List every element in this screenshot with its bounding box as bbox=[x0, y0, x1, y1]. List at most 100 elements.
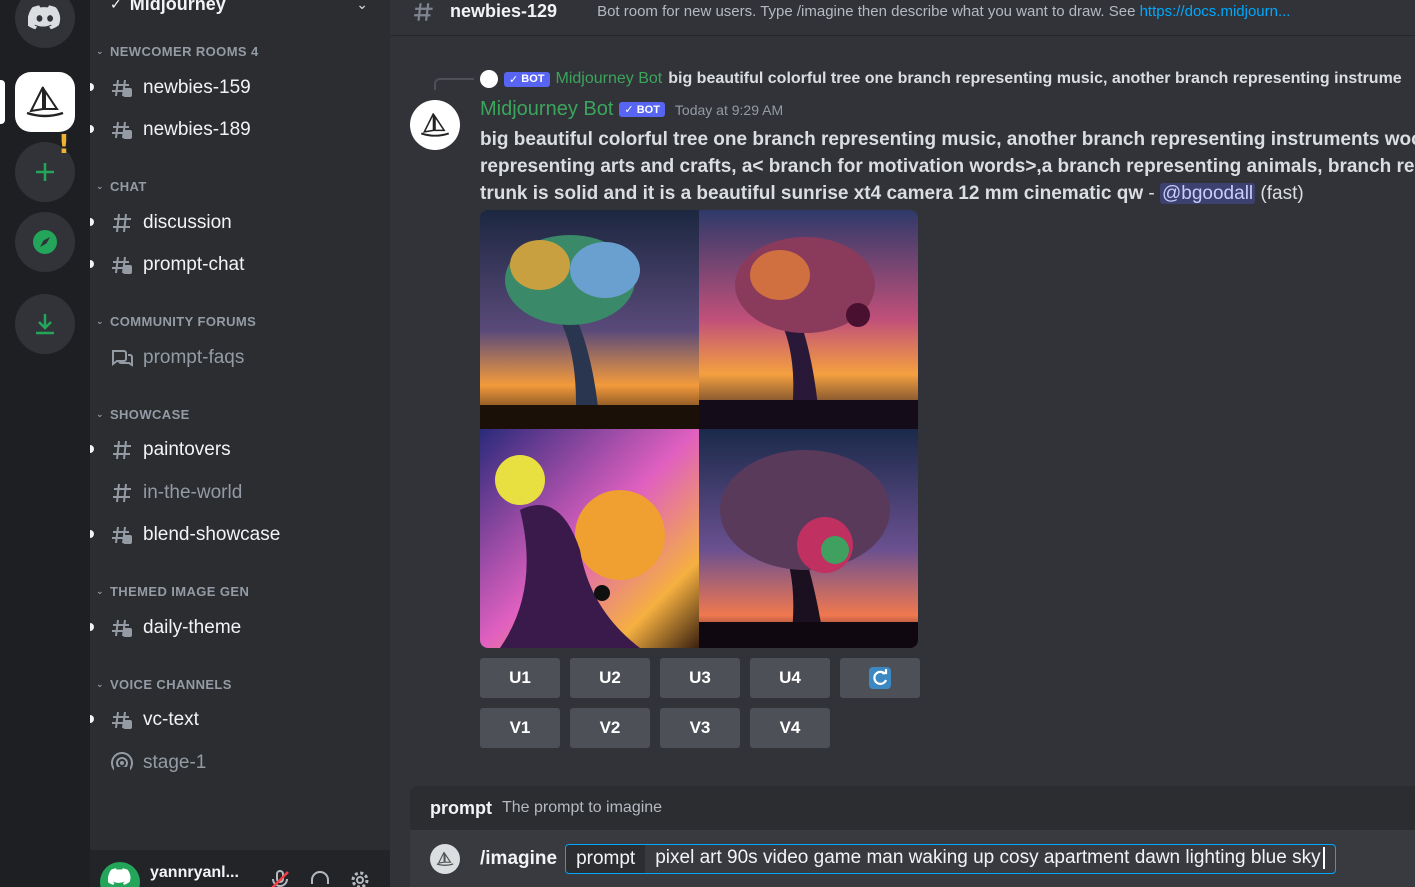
channel-paintovers[interactable]: paintovers bbox=[90, 433, 382, 467]
thread-hash-icon bbox=[110, 253, 134, 277]
category-themed-image-gen[interactable]: ⌄ THEMED IMAGE GEN bbox=[96, 584, 249, 599]
active-server-indicator bbox=[0, 80, 5, 124]
category-showcase[interactable]: ⌄ SHOWCASE bbox=[96, 407, 190, 422]
forum-icon bbox=[110, 346, 134, 370]
chevron-down-icon: ⌄ bbox=[96, 46, 104, 56]
text-cursor bbox=[1322, 847, 1325, 870]
headphones-icon[interactable] bbox=[308, 868, 332, 887]
message-author[interactable]: Midjourney Bot bbox=[480, 98, 613, 121]
prompt-input[interactable]: pixel art 90s video game man waking up c… bbox=[645, 847, 1334, 870]
channel-in-the-world[interactable]: in-the-world bbox=[98, 476, 382, 510]
command-option-hint: prompt The prompt to imagine bbox=[410, 786, 1415, 830]
bot-badge: ✓ BOT bbox=[619, 102, 665, 117]
avatar[interactable] bbox=[410, 100, 460, 150]
message-line: big beautiful colorful tree one branch r… bbox=[480, 129, 1415, 150]
warning-icon: ! bbox=[58, 130, 70, 160]
variation-1-button[interactable]: V1 bbox=[480, 708, 560, 748]
generated-image-4[interactable] bbox=[699, 429, 918, 648]
variation-4-button[interactable]: V4 bbox=[750, 708, 830, 748]
hash-icon bbox=[110, 438, 134, 462]
thread-hash-icon bbox=[110, 616, 134, 640]
discord-logo-icon bbox=[28, 5, 61, 30]
chevron-down-icon: ⌄ bbox=[96, 181, 104, 191]
unread-indicator bbox=[90, 530, 94, 538]
explore-servers-button[interactable] bbox=[15, 212, 75, 272]
thread-hash-icon bbox=[110, 523, 134, 547]
option-description: The prompt to imagine bbox=[502, 799, 663, 816]
gear-icon[interactable] bbox=[348, 868, 372, 887]
prompt-option-field[interactable]: prompt pixel art 90s video game man waki… bbox=[565, 843, 1336, 874]
download-apps-button[interactable] bbox=[15, 294, 75, 354]
channel-newbies-189[interactable]: newbies-189 bbox=[90, 113, 382, 147]
upscale-3-button[interactable]: U3 bbox=[660, 658, 740, 698]
option-label: prompt bbox=[566, 844, 646, 873]
category-community-forums[interactable]: ⌄ COMMUNITY FORUMS bbox=[96, 314, 256, 329]
message-content: big beautiful colorful tree one branch r… bbox=[480, 126, 1415, 207]
midjourney-server-button[interactable] bbox=[15, 72, 75, 132]
chat-main: newbies-129 Bot room for new users. Type… bbox=[390, 0, 1415, 887]
reply-author[interactable]: Midjourney Bot bbox=[556, 70, 663, 88]
midjourney-boat-icon bbox=[436, 851, 454, 866]
reply-text: big beautiful colorful tree one branch r… bbox=[668, 70, 1402, 87]
channel-prompt-faqs[interactable]: prompt-faqs bbox=[98, 341, 382, 375]
thread-hash-icon bbox=[110, 708, 134, 732]
server-name: Midjourney bbox=[129, 0, 226, 14]
variation-3-button[interactable]: V3 bbox=[660, 708, 740, 748]
message-timestamp: Today at 9:29 AM bbox=[674, 101, 784, 118]
replied-message-preview[interactable]: ✓ BOT Midjourney Bot big beautiful color… bbox=[480, 70, 1402, 88]
upscale-2-button[interactable]: U2 bbox=[570, 658, 650, 698]
generated-image-grid[interactable] bbox=[480, 210, 918, 648]
discord-home-button[interactable] bbox=[15, 0, 75, 48]
mute-microphone-icon[interactable] bbox=[268, 868, 292, 887]
channel-discussion[interactable]: discussion bbox=[90, 206, 382, 240]
reply-connector bbox=[434, 78, 474, 90]
thread-hash-icon bbox=[414, 2, 433, 21]
channel-newbies-159[interactable]: newbies-159 bbox=[90, 71, 382, 105]
generated-image-1[interactable] bbox=[480, 210, 699, 429]
upscale-button-row: U1 U2 U3 U4 bbox=[480, 658, 920, 698]
reroll-button[interactable] bbox=[840, 658, 920, 698]
unread-indicator bbox=[90, 715, 94, 723]
download-icon bbox=[36, 314, 54, 335]
upscale-4-button[interactable]: U4 bbox=[750, 658, 830, 698]
avatar[interactable] bbox=[100, 862, 140, 887]
message-composer[interactable]: /imagine prompt pixel art 90s video game… bbox=[410, 830, 1415, 887]
chevron-down-icon[interactable]: ⌄ bbox=[356, 0, 368, 13]
refresh-icon bbox=[869, 667, 891, 689]
hash-icon bbox=[110, 211, 134, 235]
upscale-1-button[interactable]: U1 bbox=[480, 658, 560, 698]
midjourney-boat-icon bbox=[26, 86, 64, 118]
unread-indicator bbox=[90, 260, 94, 268]
user-mention[interactable]: @bgoodall bbox=[1160, 183, 1256, 204]
chevron-down-icon: ⌄ bbox=[96, 409, 104, 419]
channel-stage-1[interactable]: stage-1 bbox=[98, 746, 382, 780]
channel-header: newbies-129 Bot room for new users. Type… bbox=[390, 0, 1415, 36]
message-line: representing arts and crafts, a< branch … bbox=[480, 156, 1415, 177]
category-voice-channels[interactable]: ⌄ VOICE CHANNELS bbox=[96, 677, 232, 692]
channel-daily-theme[interactable]: daily-theme bbox=[90, 611, 382, 645]
channel-title: newbies-129 bbox=[450, 1, 558, 21]
unread-indicator bbox=[90, 218, 94, 226]
thread-hash-icon bbox=[110, 118, 134, 142]
plus-icon bbox=[36, 163, 54, 181]
hash-icon bbox=[110, 481, 134, 505]
channel-blend-showcase[interactable]: blend-showcase bbox=[90, 518, 382, 552]
generated-image-3[interactable] bbox=[480, 429, 699, 648]
docs-link[interactable]: https://docs.midjourn... bbox=[1140, 3, 1291, 20]
thread-hash-icon bbox=[110, 76, 134, 100]
variation-2-button[interactable]: V2 bbox=[570, 708, 650, 748]
avatar bbox=[480, 70, 498, 88]
chevron-down-icon: ⌄ bbox=[96, 316, 104, 326]
generated-image-2[interactable] bbox=[699, 210, 918, 429]
channel-prompt-chat[interactable]: prompt-chat bbox=[90, 248, 382, 282]
server-header[interactable]: ✓ Midjourney ⌄ bbox=[90, 0, 390, 22]
compass-icon bbox=[33, 230, 57, 254]
unread-indicator bbox=[90, 445, 94, 453]
unread-indicator bbox=[90, 125, 94, 133]
category-chat[interactable]: ⌄ CHAT bbox=[96, 179, 147, 194]
channel-vc-text[interactable]: vc-text bbox=[90, 703, 382, 737]
discord-logo-icon bbox=[108, 868, 131, 885]
variation-button-row: V1 V2 V3 V4 bbox=[480, 708, 830, 748]
bot-badge: ✓ BOT bbox=[504, 71, 550, 87]
category-newcomer-rooms[interactable]: ⌄ NEWCOMER ROOMS 4 bbox=[96, 44, 259, 59]
